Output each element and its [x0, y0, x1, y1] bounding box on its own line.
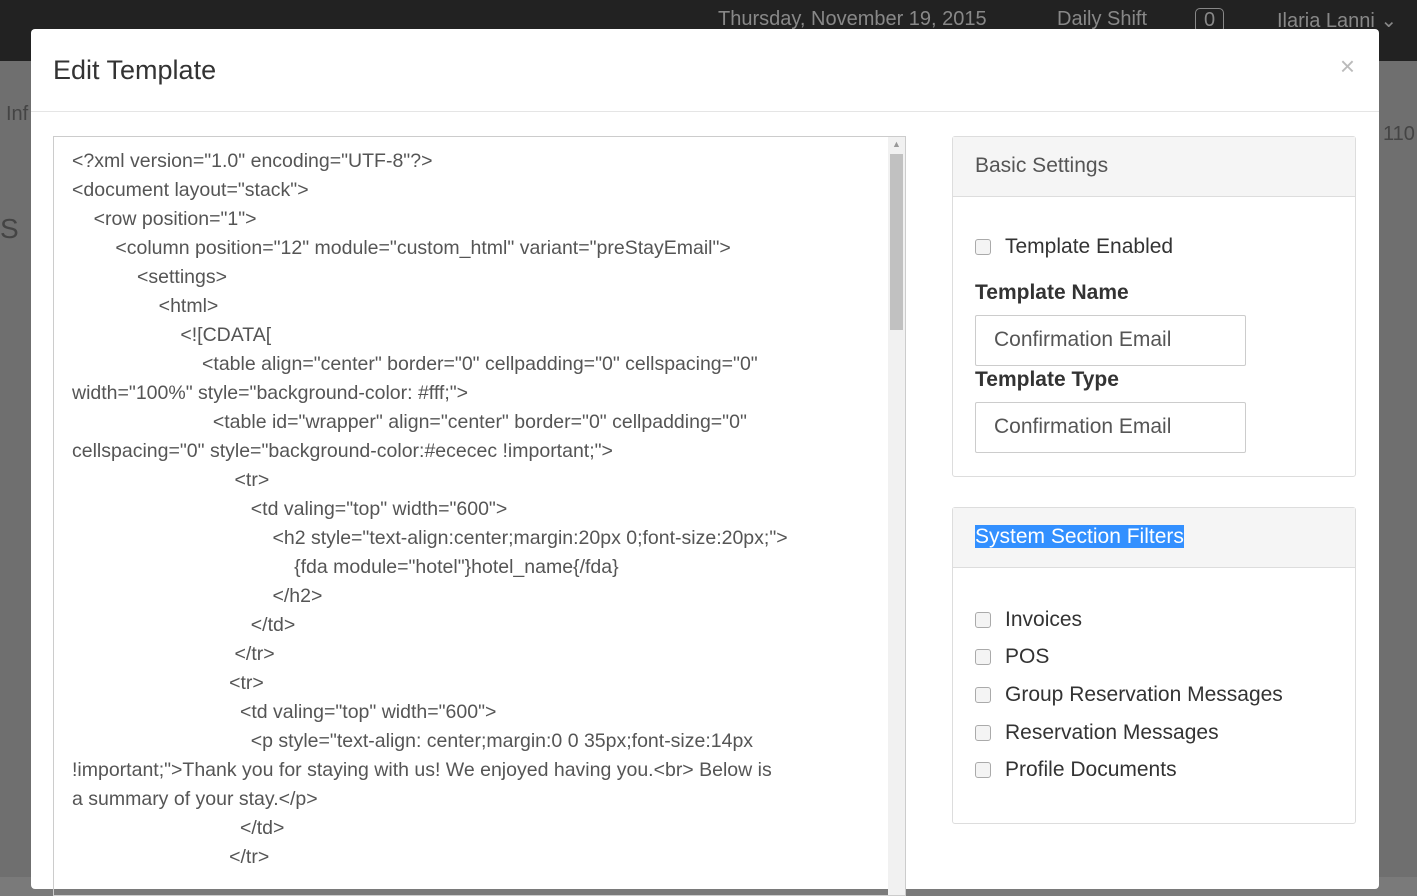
checkbox-label: Profile Documents	[1005, 758, 1177, 781]
background-text: 110	[1383, 123, 1415, 145]
checkbox-label: Template Enabled	[1005, 235, 1174, 258]
background-page-left: Inf S	[0, 61, 31, 877]
panel-title: Basic Settings	[953, 137, 1355, 197]
code-content[interactable]: <?xml version="1.0" encoding="UTF-8"?> <…	[72, 147, 788, 872]
filter-group-reservation-messages[interactable]: Group Reservation Messages	[975, 683, 1283, 707]
chevron-down-icon: ⌄	[1380, 10, 1398, 32]
checkbox-label: Reservation Messages	[1005, 721, 1219, 744]
date-display: Thursday, November 19, 2015	[718, 8, 987, 30]
template-name-input[interactable]: Confirmation Email	[975, 315, 1246, 366]
background-text: S	[0, 213, 19, 244]
template-code-editor[interactable]: <?xml version="1.0" encoding="UTF-8"?> <…	[53, 136, 906, 896]
background-text: Inf	[6, 103, 29, 125]
shift-link[interactable]: Daily Shift	[1057, 8, 1147, 31]
checkbox[interactable]	[975, 612, 991, 628]
template-name-label: Template Name	[975, 281, 1129, 304]
modal-title: Edit Template	[53, 55, 217, 85]
template-type-label: Template Type	[975, 368, 1119, 391]
filter-invoices[interactable]: Invoices	[975, 608, 1082, 632]
scrollbar-thumb[interactable]	[890, 154, 903, 330]
edit-template-modal: Edit Template × <?xml version="1.0" enco…	[31, 29, 1379, 896]
basic-settings-panel: Basic Settings Template Enabled Template…	[952, 136, 1356, 477]
filter-profile-documents[interactable]: Profile Documents	[975, 758, 1177, 782]
checkbox-label: Invoices	[1005, 608, 1083, 631]
filter-reservation-messages[interactable]: Reservation Messages	[975, 721, 1219, 745]
checkbox[interactable]	[975, 239, 991, 255]
checkbox[interactable]	[975, 762, 991, 778]
system-section-filters-panel: System Section Filters Invoices POS Grou…	[952, 507, 1356, 824]
editor-scrollbar[interactable]: ▲	[888, 137, 905, 895]
checkbox-label: POS	[1005, 645, 1050, 668]
checkbox[interactable]	[975, 649, 991, 665]
panel-header: System Section Filters	[953, 508, 1355, 568]
checkbox[interactable]	[975, 687, 991, 703]
close-icon[interactable]: ×	[1340, 51, 1355, 82]
checkbox-label: Group Reservation Messages	[1005, 683, 1283, 706]
template-enabled-checkbox[interactable]: Template Enabled	[975, 235, 1173, 259]
background-page-right: 110	[1379, 61, 1417, 877]
filter-pos[interactable]: POS	[975, 645, 1049, 669]
scroll-up-icon[interactable]: ▲	[892, 139, 901, 149]
panel-title: System Section Filters	[975, 525, 1184, 548]
modal-header: Edit Template ×	[31, 29, 1379, 112]
template-type-input[interactable]: Confirmation Email	[975, 402, 1246, 453]
checkbox[interactable]	[975, 725, 991, 741]
